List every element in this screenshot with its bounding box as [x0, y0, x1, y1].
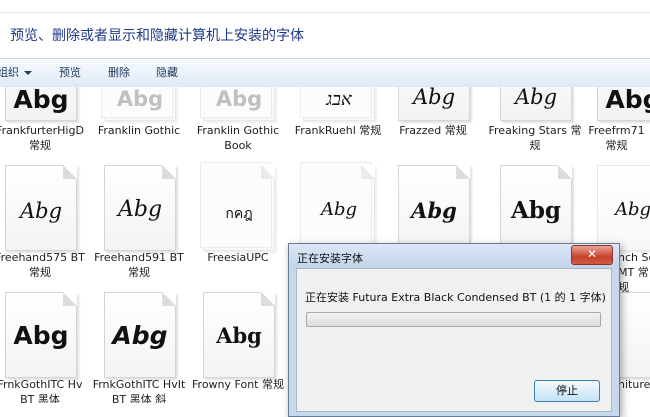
- font-item[interactable]: Abg Freehand575 BT 常规: [0, 165, 89, 285]
- organize-label: 组织: [0, 66, 19, 79]
- install-progress-bar: [306, 312, 601, 327]
- page-description: 预览、删除或者显示和隐藏计算机上安装的字体: [10, 28, 304, 44]
- font-item[interactable]: Abg Freefrm71 常规: [583, 87, 650, 155]
- preview-button[interactable]: 预览: [59, 65, 81, 81]
- font-name: Franklin Gothic: [97, 124, 181, 137]
- dialog-content: 正在安装 Futura Extra Black Condensed BT (1 …: [296, 268, 612, 412]
- font-sample: Abg: [117, 197, 163, 222]
- font-item[interactable]: Abg FrnkGothITC Hv BT 黑体: [0, 292, 89, 403]
- font-item[interactable]: Abg Freaking Stars 常规: [486, 87, 584, 155]
- install-font-dialog: 正在安装字体 ✕ 正在安装 Futura Extra Black Condens…: [288, 243, 620, 417]
- delete-button[interactable]: 删除: [108, 65, 130, 81]
- organize-button[interactable]: 组织: [0, 65, 32, 81]
- font-name: FreesiaUPC: [207, 251, 269, 264]
- font-name: FrankRuehl 常规: [294, 124, 382, 137]
- font-sample: Abg: [112, 321, 168, 350]
- font-item[interactable]: Abg Frazzed 常规: [384, 87, 482, 155]
- font-item[interactable]: Abg Frowny Font 常规: [189, 292, 287, 403]
- command-bar: 组织 预览 删除 隐藏: [0, 58, 650, 88]
- font-sample: Abg: [13, 321, 69, 350]
- font-name: Freehand591 BT 常规: [94, 251, 184, 279]
- font-sample: Abg: [215, 87, 263, 111]
- font-name: Franklin Gothic Book: [196, 124, 280, 152]
- font-sample: Abg: [412, 87, 456, 109]
- font-name: Freehand575 BT 常规: [0, 251, 85, 279]
- install-status-text: 正在安装 Futura Extra Black Condensed BT (1 …: [305, 291, 606, 304]
- font-sample: Abg: [19, 199, 63, 223]
- font-item[interactable]: Abg Freehand591 BT 常规: [90, 165, 188, 285]
- font-sample: กคฎ: [225, 206, 253, 222]
- window-top-strip: [0, 0, 650, 13]
- font-name: niture: [618, 378, 650, 391]
- font-sample: Abg: [514, 87, 558, 109]
- font-item[interactable]: Abg FrnkGothITC HvIt BT 黑体 斜: [90, 292, 188, 403]
- dialog-titlebar[interactable]: 正在安装字体 ✕: [289, 244, 619, 268]
- font-name: Freefrm71 常规: [588, 124, 645, 152]
- font-sample: Abg: [320, 199, 358, 220]
- close-button[interactable]: ✕: [571, 245, 613, 265]
- font-name: FrnkGothITC HvIt BT 黑体 斜: [92, 378, 186, 403]
- font-sample: Abg: [411, 198, 457, 223]
- font-sample: Abg: [116, 87, 164, 111]
- font-sample: Abg: [13, 87, 69, 114]
- font-name: FrankfurterHigD 常规: [0, 124, 84, 152]
- font-name: nch Sc MT 常规: [618, 251, 650, 294]
- font-item[interactable]: Abg Franklin Gothic Book: [189, 87, 287, 155]
- font-item[interactable]: กคฎ FreesiaUPC: [189, 162, 287, 285]
- font-item[interactable]: אבג FrankRuehl 常规: [289, 87, 387, 155]
- font-sample: Abg: [614, 199, 650, 220]
- font-name: Frazzed 常规: [399, 124, 467, 137]
- font-sample: Abg: [216, 323, 262, 348]
- font-item[interactable]: Abg Franklin Gothic: [90, 87, 188, 155]
- font-name: FrnkGothITC Hv BT 黑体: [0, 378, 83, 403]
- font-sample: אבג: [326, 89, 352, 110]
- font-item[interactable]: Abg FrankfurterHigD 常规: [0, 87, 89, 155]
- font-name: Frowny Font 常规: [192, 378, 284, 391]
- hide-button[interactable]: 隐藏: [156, 65, 178, 81]
- dialog-title: 正在安装字体: [297, 252, 363, 265]
- font-name: Freaking Stars 常规: [488, 124, 582, 152]
- chevron-down-icon: [24, 71, 32, 75]
- font-sample: Abg: [605, 87, 650, 114]
- font-sample: Abg: [510, 197, 561, 224]
- stop-button[interactable]: 停止: [534, 380, 600, 402]
